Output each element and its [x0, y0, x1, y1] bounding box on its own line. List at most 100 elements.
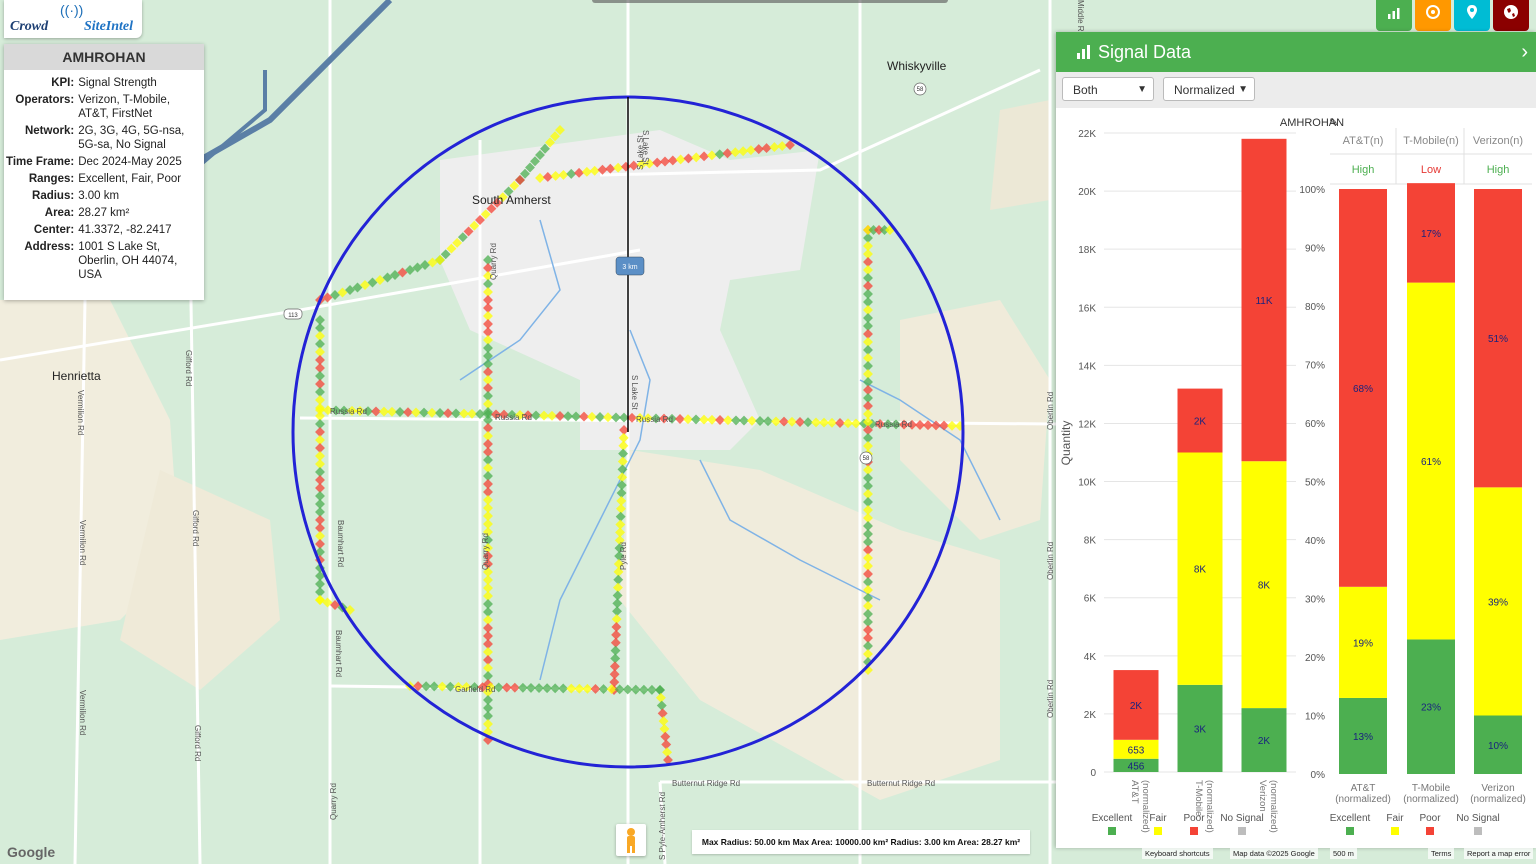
keyboard-shortcuts-link[interactable]: Keyboard shortcuts: [1142, 848, 1213, 859]
legend-label[interactable]: Fair: [1149, 813, 1167, 824]
info-row: Address: 1001 S Lake St, Oberlin, OH 4407…: [4, 238, 204, 283]
edit-pencil-icon[interactable]: ✎: [1329, 117, 1338, 129]
info-value: 2G, 3G, 4G, 5G-nsa, 5G-sa, No Signal: [78, 124, 185, 151]
y-tick-label: 100%: [1299, 185, 1325, 196]
bar-value-label: 39%: [1488, 597, 1508, 608]
percentage-chart: 0% 10% 20% 30% 40% 50% 60% 70% 80% 90% 100% AT&T(n)…: [1299, 128, 1532, 835]
road-label: Russia Rd: [330, 407, 367, 416]
y-tick-label: 0: [1090, 768, 1096, 779]
info-key: Center:: [33, 223, 75, 236]
bar-value-label: 19%: [1353, 638, 1373, 649]
road-label: Vermilion Rd: [78, 520, 87, 565]
y-tick-label: 8K: [1084, 536, 1097, 547]
legend-label[interactable]: No Signal: [1220, 813, 1263, 824]
x-tick-label: (normalized): [1335, 794, 1391, 805]
scale-bar[interactable]: 500 m: [1330, 848, 1357, 859]
legend-label[interactable]: Excellent: [1092, 813, 1133, 824]
info-key: Address:: [24, 240, 75, 253]
legend-label[interactable]: Fair: [1386, 813, 1404, 824]
bar-value-label: 2K: [1130, 701, 1143, 712]
globe-icon: [1504, 5, 1518, 19]
legend-label[interactable]: Excellent: [1330, 813, 1371, 824]
road-label: Russia Rd: [636, 415, 673, 424]
report-map-error-link[interactable]: Report a map error: [1464, 848, 1534, 859]
bar-value-label: 23%: [1421, 703, 1441, 714]
bar-value-label: 13%: [1353, 732, 1373, 743]
legend-label[interactable]: No Signal: [1456, 813, 1499, 824]
y-tick-label: 10K: [1078, 478, 1096, 489]
x-tick-label: (normalized): [1268, 780, 1279, 833]
terms-link[interactable]: Terms: [1428, 848, 1455, 859]
road-label: Gifford Rd: [193, 725, 202, 761]
info-value: Excellent, Fair, Poor: [78, 172, 182, 185]
map-data-attribution: Map data ©2025 Google: [1230, 848, 1318, 859]
bar-value-label: 17%: [1421, 229, 1441, 240]
street-view-pegman[interactable]: [616, 824, 646, 856]
bar-value-label: 61%: [1421, 457, 1441, 468]
x-tick-label: Verizon: [1481, 783, 1514, 794]
bar-chart-icon: [1388, 8, 1400, 19]
y-tick-label: 2K: [1084, 710, 1097, 721]
legend-label[interactable]: Poor: [1183, 813, 1205, 824]
road-label: Oberlin Rd: [1046, 680, 1055, 718]
map-pin-button[interactable]: [1454, 0, 1490, 31]
road-label: Baumhart Rd: [334, 630, 343, 677]
info-value: Dec 2024-May 2025: [78, 155, 182, 168]
info-value: Signal Strength: [78, 76, 157, 89]
info-value: 28.27 km²: [78, 206, 130, 219]
x-tick-label: (normalized): [1140, 780, 1151, 833]
legend-swatch[interactable]: [1426, 827, 1434, 835]
globe-button[interactable]: [1493, 0, 1529, 31]
antenna-icon: ((·)): [60, 2, 84, 18]
road-label: S Lake St: [636, 135, 645, 170]
x-tick-label: AT&T: [1351, 783, 1376, 794]
road-label: S Pyle-Amherst Rd: [658, 792, 667, 860]
google-logo: Google: [7, 844, 56, 860]
x-tick-label: (normalized): [1403, 794, 1459, 805]
bar-value-label: 653: [1128, 745, 1145, 756]
chart-toggle-button[interactable]: [1376, 0, 1412, 31]
crowdsiteintel-logo: ((·)) Crowd SiteIntel: [4, 0, 142, 38]
legend-swatch[interactable]: [1154, 827, 1162, 835]
info-key: Ranges:: [28, 172, 75, 185]
legend-swatch[interactable]: [1346, 827, 1354, 835]
legend-swatch[interactable]: [1391, 827, 1399, 835]
legend-swatch[interactable]: [1474, 827, 1482, 835]
road-label: Vermilion Rd: [76, 390, 85, 435]
y-tick-label: 60%: [1305, 419, 1325, 430]
info-row: Ranges: Excellent, Fair, Poor: [4, 170, 204, 187]
target-icon: [1426, 5, 1440, 19]
operator-mode-select[interactable]: Both ▼: [1062, 77, 1154, 101]
operator-rating: Low: [1421, 164, 1441, 176]
info-key: Network:: [24, 124, 75, 137]
road-label: Gifford Rd: [184, 350, 193, 386]
road-label: S Lake St: [630, 375, 639, 410]
y-tick-label: 0%: [1311, 770, 1326, 781]
y-tick-label: 10%: [1305, 712, 1325, 723]
panel-header: Signal Data ›: [1056, 32, 1536, 72]
road-label: Vermilion Rd: [78, 690, 87, 735]
collapse-chevron-icon[interactable]: ›: [1521, 32, 1528, 72]
info-row: Center: 41.3372, -82.2417: [4, 221, 204, 238]
legend-swatch[interactable]: [1108, 827, 1116, 835]
legend-swatch[interactable]: [1190, 827, 1198, 835]
info-value: 1001 S Lake St, Oberlin, OH 44074, USA: [78, 240, 178, 281]
info-key: Radius:: [32, 189, 75, 202]
logo-text-siteintel: SiteIntel: [84, 19, 134, 34]
signal-charts: 0 2K 4K 6K 8K 10K 12K 14K 16K 18K 20K 22K Quantity 45…: [1059, 117, 1532, 835]
target-button[interactable]: [1415, 0, 1451, 31]
y-tick-label: 70%: [1305, 361, 1325, 372]
operator-rating: High: [1487, 164, 1510, 176]
x-tick-label: T-Mobile: [1193, 780, 1204, 816]
road-label: Butternut Ridge Rd: [867, 779, 935, 788]
road-label: Quarry Rd: [489, 243, 498, 280]
info-row: Network: 2G, 3G, 4G, 5G-nsa, 5G-sa, No Si…: [4, 122, 204, 153]
bar-value-label: 3K: [1194, 724, 1207, 735]
legend-label[interactable]: Poor: [1419, 813, 1441, 824]
legend-swatch[interactable]: [1238, 827, 1246, 835]
road-label: Oberlin Rd: [1046, 392, 1055, 430]
y-tick-label: 40%: [1305, 536, 1325, 547]
panel-title: Signal Data: [1098, 42, 1192, 62]
road-label: Quarry Rd: [481, 533, 490, 570]
normalization-select[interactable]: Normalized ▼: [1163, 77, 1255, 101]
